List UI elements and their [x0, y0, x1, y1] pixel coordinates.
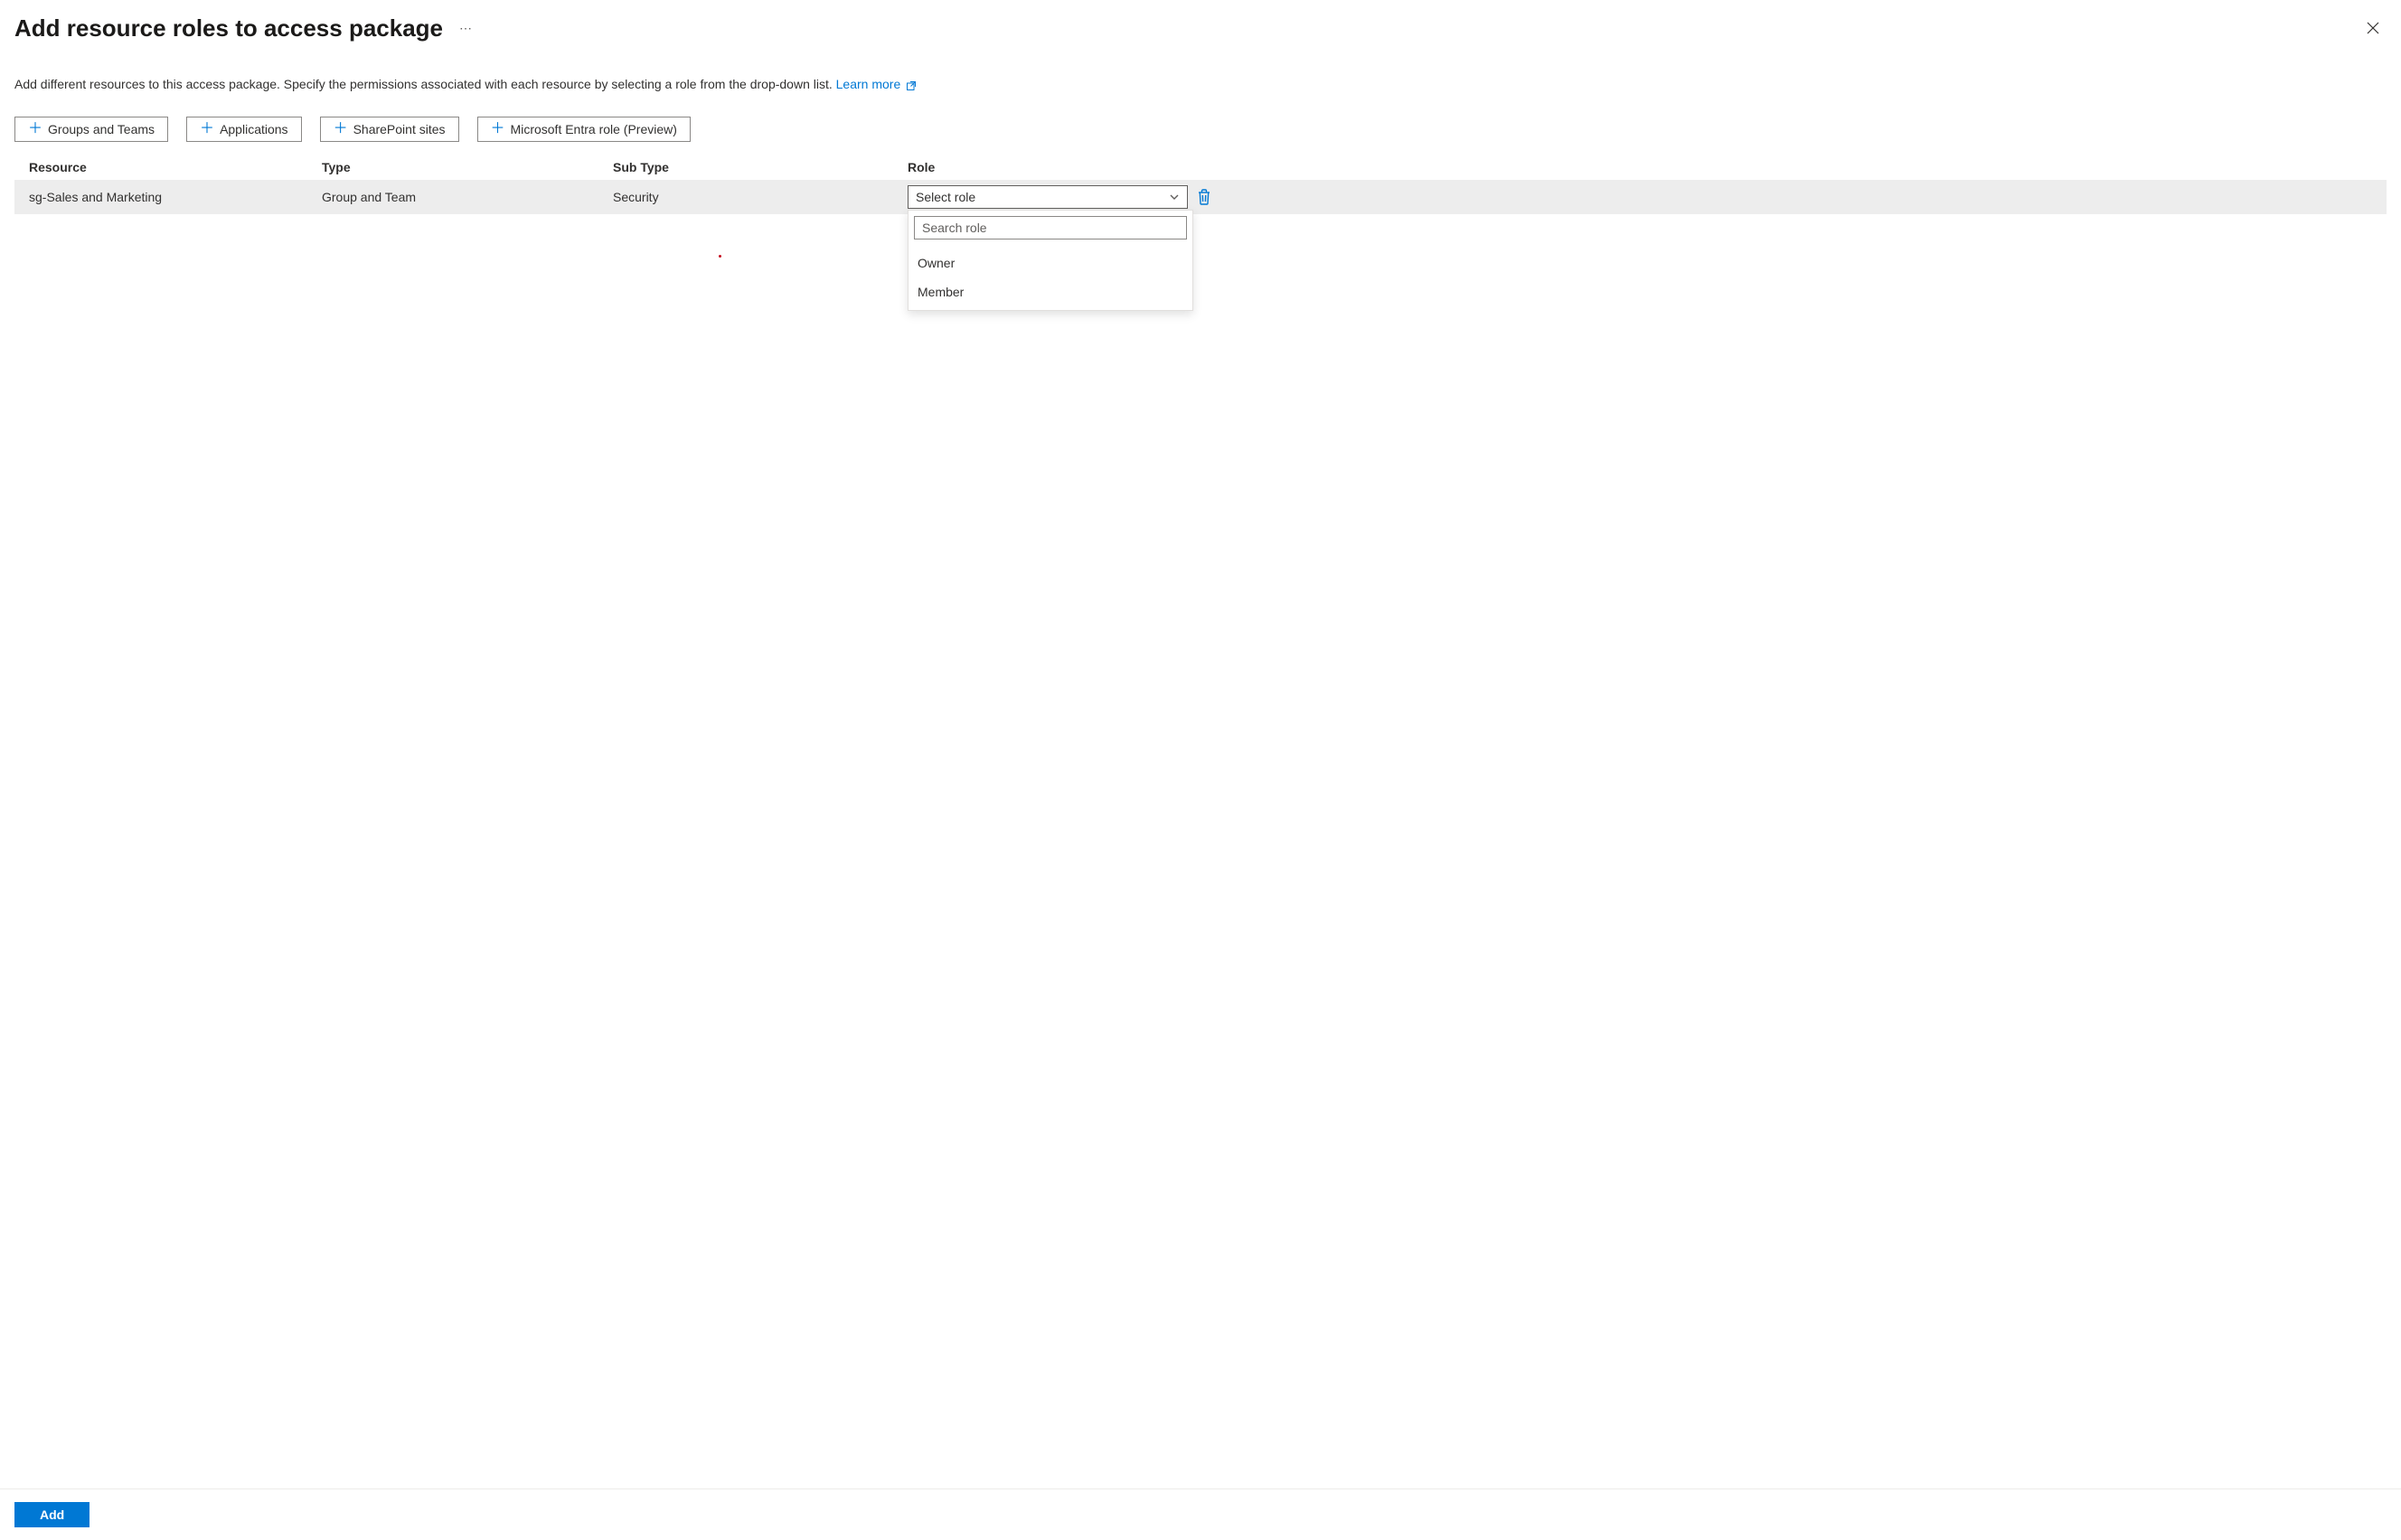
col-header-subtype: Sub Type: [613, 160, 908, 174]
col-header-role: Role: [908, 160, 2372, 174]
role-select-placeholder: Select role: [916, 190, 975, 204]
resources-table: Resource Type Sub Type Role sg-Sales and…: [14, 155, 2387, 214]
add-entra-role-label: Microsoft Entra role (Preview): [511, 122, 677, 136]
description-body: Add different resources to this access p…: [14, 77, 836, 91]
add-groups-label: Groups and Teams: [48, 122, 155, 136]
red-dot-marker: [719, 255, 721, 258]
add-applications-button[interactable]: ＋ Applications: [186, 117, 302, 142]
role-dropdown: Owner Member: [908, 210, 1193, 311]
add-resource-toolbar: ＋ Groups and Teams ＋ Applications ＋ Shar…: [14, 117, 2387, 142]
role-option-owner[interactable]: Owner: [914, 249, 1187, 277]
page-title: Add resource roles to access package: [14, 14, 443, 42]
description-text: Add different resources to this access p…: [14, 77, 2387, 91]
delete-row-button[interactable]: [1195, 187, 1213, 207]
more-icon[interactable]: ⋯: [459, 21, 473, 36]
table-row: sg-Sales and Marketing Group and Team Se…: [14, 180, 2387, 214]
close-button[interactable]: [2359, 17, 2387, 41]
panel-header: Add resource roles to access package ⋯: [14, 14, 2387, 42]
col-header-resource: Resource: [29, 160, 322, 174]
role-select[interactable]: Select role: [908, 185, 1188, 209]
plus-icon: ＋: [28, 122, 42, 136]
table-header: Resource Type Sub Type Role: [14, 155, 2387, 180]
plus-icon: ＋: [491, 122, 505, 136]
add-applications-label: Applications: [220, 122, 288, 136]
cell-type: Group and Team: [322, 190, 613, 204]
learn-more-link[interactable]: Learn more: [836, 77, 901, 91]
trash-icon: [1197, 189, 1211, 205]
external-link-icon: [902, 79, 916, 91]
cell-subtype: Security: [613, 190, 908, 204]
add-entra-role-button[interactable]: ＋ Microsoft Entra role (Preview): [477, 117, 691, 142]
close-icon: [2367, 22, 2379, 34]
col-header-type: Type: [322, 160, 613, 174]
chevron-down-icon: [1169, 192, 1180, 202]
add-button[interactable]: Add: [14, 1502, 89, 1527]
cell-resource: sg-Sales and Marketing: [29, 190, 322, 204]
add-sharepoint-button[interactable]: ＋ SharePoint sites: [320, 117, 459, 142]
role-search-input[interactable]: [914, 216, 1187, 239]
add-groups-teams-button[interactable]: ＋ Groups and Teams: [14, 117, 168, 142]
footer: Add: [0, 1488, 2401, 1540]
role-select-container: Select role Owner Member: [908, 185, 1188, 209]
add-sharepoint-label: SharePoint sites: [353, 122, 446, 136]
plus-icon: ＋: [200, 122, 214, 136]
role-option-member[interactable]: Member: [914, 277, 1187, 306]
plus-icon: ＋: [334, 122, 348, 136]
